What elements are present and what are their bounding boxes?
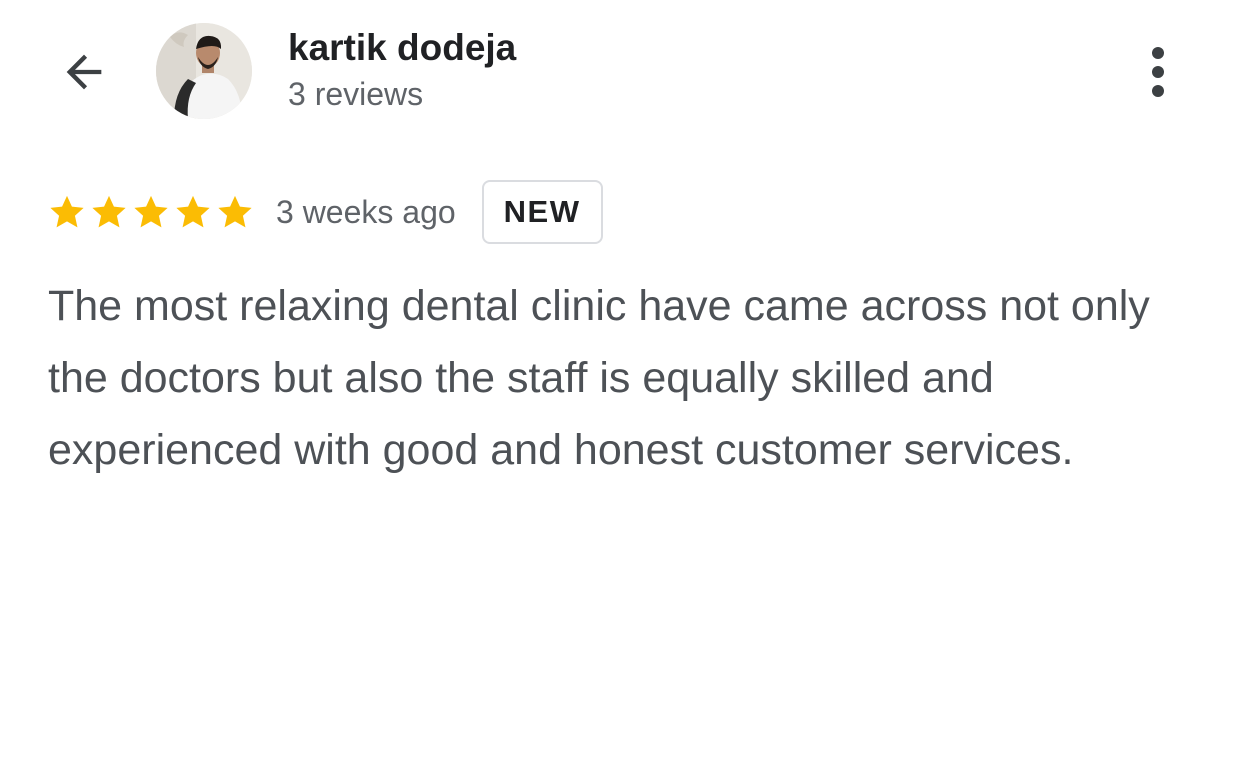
back-button[interactable] bbox=[50, 38, 118, 106]
arrow-left-icon bbox=[66, 54, 102, 90]
review-time: 3 weeks ago bbox=[276, 193, 456, 230]
author-review-count: 3 reviews bbox=[288, 76, 424, 112]
star-icon bbox=[174, 193, 212, 231]
author-info: kartik dodeja 3 reviews bbox=[288, 26, 516, 114]
review-header: kartik dodeja 3 reviews bbox=[0, 0, 1242, 140]
star-icon bbox=[48, 193, 86, 231]
star-icon bbox=[132, 193, 170, 231]
more-vert-icon bbox=[1152, 47, 1164, 97]
more-options-button[interactable] bbox=[1126, 38, 1190, 106]
profile-photo bbox=[156, 23, 252, 119]
star-icon bbox=[216, 193, 254, 231]
star-rating bbox=[48, 193, 258, 231]
review-meta: 3 weeks ago NEW bbox=[48, 180, 603, 244]
author-name[interactable]: kartik dodeja bbox=[288, 26, 516, 70]
star-icon bbox=[90, 193, 128, 231]
avatar[interactable] bbox=[156, 23, 252, 119]
new-badge: NEW bbox=[481, 180, 603, 244]
review-text: The most relaxing dental clinic have cam… bbox=[48, 282, 1150, 474]
